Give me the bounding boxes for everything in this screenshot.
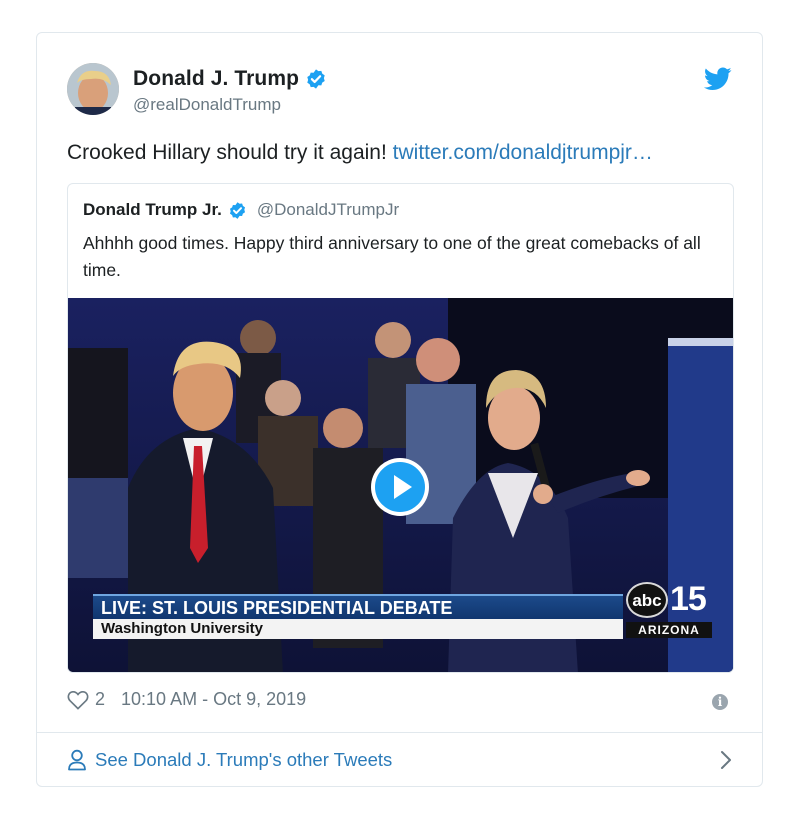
tweet-text: Crooked Hillary should try it again! twi…	[67, 141, 653, 165]
verified-badge-icon	[307, 69, 325, 89]
tweet-meta: 2 10:10 AM - Oct 9, 2019	[67, 689, 306, 710]
news-banner-title: LIVE: ST. LOUIS PRESIDENTIAL DEBATE	[93, 594, 623, 619]
abc-logo: abc	[626, 582, 668, 618]
channel-region: ARIZONA	[626, 622, 712, 638]
person-icon	[68, 749, 86, 771]
tweet-timestamp[interactable]: 10:10 AM - Oct 9, 2019	[121, 689, 306, 710]
quoted-tweet[interactable]: Donald Trump Jr. @DonaldJTrumpJr Ahhhh g…	[67, 183, 734, 673]
see-other-tweets-label: See Donald J. Trump's other Tweets	[95, 749, 393, 770]
quoted-author-handle[interactable]: @DonaldJTrumpJr	[257, 200, 399, 220]
embedded-tweet-card: Donald J. Trump @realDonaldTrump Crooked…	[36, 32, 763, 787]
quoted-header: Donald Trump Jr. @DonaldJTrumpJr	[83, 200, 399, 220]
see-other-tweets-link[interactable]: See Donald J. Trump's other Tweets	[67, 745, 732, 775]
heart-icon[interactable]	[67, 690, 89, 710]
footer-divider	[37, 732, 762, 733]
info-icon[interactable]: i	[712, 694, 728, 710]
twitter-bird-icon[interactable]	[704, 67, 732, 91]
like-count: 2	[95, 689, 106, 709]
author-handle[interactable]: @realDonaldTrump	[133, 95, 281, 115]
channel-number: 15	[670, 580, 707, 618]
chevron-right-icon	[721, 751, 731, 769]
avatar[interactable]	[67, 63, 119, 115]
author-line: Donald J. Trump	[133, 67, 327, 91]
news-banner-subtitle: Washington University	[93, 619, 623, 639]
quoted-text: Ahhhh good times. Happy third anniversar…	[83, 233, 701, 280]
channel-logo: abc 15 ARIZONA	[626, 580, 712, 638]
author-name[interactable]: Donald J. Trump	[133, 67, 299, 91]
tweet-link[interactable]: twitter.com/donaldjtrumpjr…	[393, 141, 653, 164]
news-banner: LIVE: ST. LOUIS PRESIDENTIAL DEBATE Wash…	[93, 594, 623, 639]
tweet-header: Donald J. Trump @realDonaldTrump	[67, 63, 732, 119]
play-icon	[375, 462, 425, 512]
tweet-body: Crooked Hillary should try it again!	[67, 141, 393, 164]
play-button[interactable]	[371, 458, 429, 516]
video-thumbnail[interactable]: LIVE: ST. LOUIS PRESIDENTIAL DEBATE Wash…	[68, 298, 733, 672]
quoted-author-name[interactable]: Donald Trump Jr.	[83, 200, 222, 220]
verified-badge-icon	[229, 201, 245, 219]
